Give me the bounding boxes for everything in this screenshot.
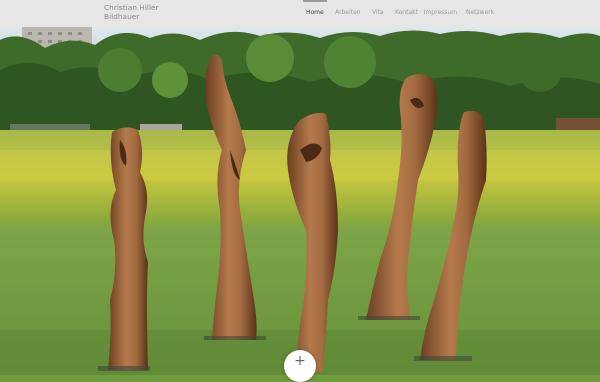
nav-item-home[interactable]: Home	[303, 0, 327, 16]
nav-item-vita[interactable]: Vita	[372, 9, 384, 16]
site-header: Christian Hiller Bildhauer Home Arbeiten…	[0, 0, 600, 27]
nav-item-arbeiten[interactable]: Arbeiten	[335, 9, 361, 16]
site-brand[interactable]: Christian Hiller Bildhauer	[104, 3, 159, 21]
active-indicator	[303, 0, 327, 2]
hero-image	[0, 27, 600, 375]
nav-item-kontakt[interactable]: Kontakt · Impressum	[395, 9, 457, 16]
expand-button[interactable]: +	[284, 350, 316, 382]
nav-item-netzwerk[interactable]: Netzwerk	[466, 9, 494, 16]
plus-icon: +	[294, 353, 306, 369]
brand-subtitle: Bildhauer	[104, 11, 140, 21]
